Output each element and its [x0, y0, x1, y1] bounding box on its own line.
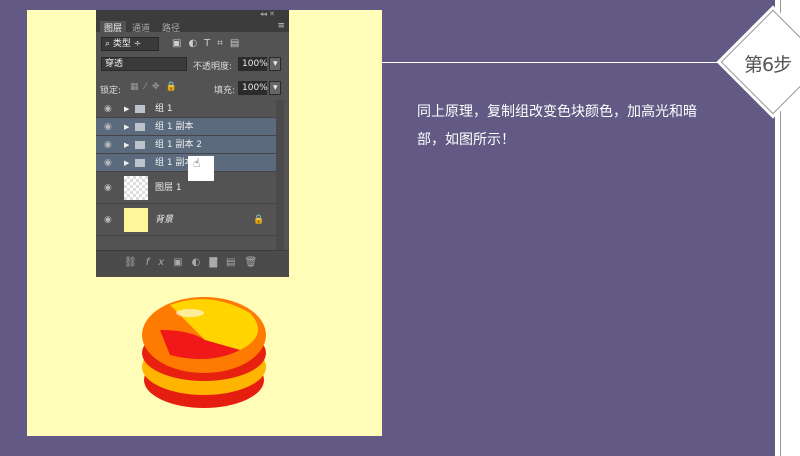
layers-panel: ◂◂ ✕ 图层 通道 路径 ≡ ⌕ 类型 ÷ ▣◐T⌗▤ 穿透 不透明度: 10…: [96, 10, 289, 277]
layer-name: 组 1 副本: [155, 122, 194, 132]
opacity-dropdown[interactable]: ▾: [269, 57, 281, 71]
fill-label: 填充:: [214, 86, 236, 96]
panel-menu-icon[interactable]: ≡: [277, 21, 285, 31]
opacity-label: 不透明度:: [193, 62, 233, 72]
eye-icon[interactable]: ◉: [104, 154, 112, 172]
tab-layers[interactable]: 图层: [100, 21, 127, 34]
lock-label: 锁定:: [100, 86, 122, 96]
divider-line: [382, 62, 727, 63]
step-description: 同上原理，复制组改变色块颜色，加高光和暗部，如图所示！: [417, 104, 697, 148]
filter-select[interactable]: ⌕ 类型 ÷: [101, 37, 159, 51]
scrollbar[interactable]: [276, 100, 284, 250]
tab-paths[interactable]: 路径: [158, 21, 184, 34]
layer-row[interactable]: ◉ ▶ 组 1 副本: [96, 118, 276, 136]
eye-icon[interactable]: ◉: [104, 172, 112, 204]
fill-input[interactable]: 100%: [238, 81, 268, 95]
expand-icon[interactable]: ▶: [124, 154, 129, 172]
opacity-input[interactable]: 100%: [238, 57, 268, 71]
layer-name: 组 1 副本 2: [155, 140, 203, 150]
layer-name: 图层 1: [155, 183, 182, 193]
layer-row[interactable]: ◉ 图层 1: [96, 172, 276, 204]
layer-row[interactable]: ◉ ▶ 组 1: [96, 100, 276, 118]
layer-thumbnail: [124, 208, 148, 232]
eye-icon[interactable]: ◉: [104, 118, 112, 136]
folder-icon: [135, 105, 145, 113]
fill-dropdown[interactable]: ▾: [269, 81, 281, 95]
tab-channels[interactable]: 通道: [128, 21, 154, 34]
eye-icon[interactable]: ◉: [104, 136, 112, 154]
lock-icon: 🔒: [253, 215, 265, 225]
lock-icons[interactable]: ▦⁄✥🔒: [130, 82, 183, 92]
panel-tabs: ◂◂ ✕ 图层 通道 路径 ≡: [96, 10, 289, 34]
eye-icon[interactable]: ◉: [104, 100, 112, 118]
panel-footer: ⛓fx▣◐▇▤🗑: [96, 250, 289, 277]
candy-illustration: [142, 297, 266, 408]
step-label: 第6步: [744, 54, 792, 76]
collapse-icon[interactable]: ◂◂ ✕: [260, 10, 275, 18]
filter-icons[interactable]: ▣◐T⌗▤: [172, 38, 246, 49]
eye-icon[interactable]: ◉: [104, 204, 112, 236]
layer-row[interactable]: ◉ 背景 🔒: [96, 204, 276, 236]
layer-thumbnail: [124, 176, 148, 200]
folder-icon: [135, 123, 145, 131]
fx-button[interactable]: fx: [146, 257, 173, 268]
expand-icon[interactable]: ▶: [124, 100, 129, 118]
expand-icon[interactable]: ▶: [124, 136, 129, 154]
expand-icon[interactable]: ▶: [124, 118, 129, 136]
filter-label: 类型: [112, 39, 131, 49]
layer-row[interactable]: ◉ ▶ 组 1 副本 2: [96, 136, 276, 154]
folder-icon: [135, 159, 145, 167]
blend-mode-select[interactable]: 穿透: [101, 57, 187, 71]
layer-name: 背景: [155, 215, 174, 225]
layer-name: 组 1: [155, 104, 173, 114]
layer-row[interactable]: ◉ ▶ 组 1 副本: [96, 154, 276, 172]
folder-icon: [135, 141, 145, 149]
